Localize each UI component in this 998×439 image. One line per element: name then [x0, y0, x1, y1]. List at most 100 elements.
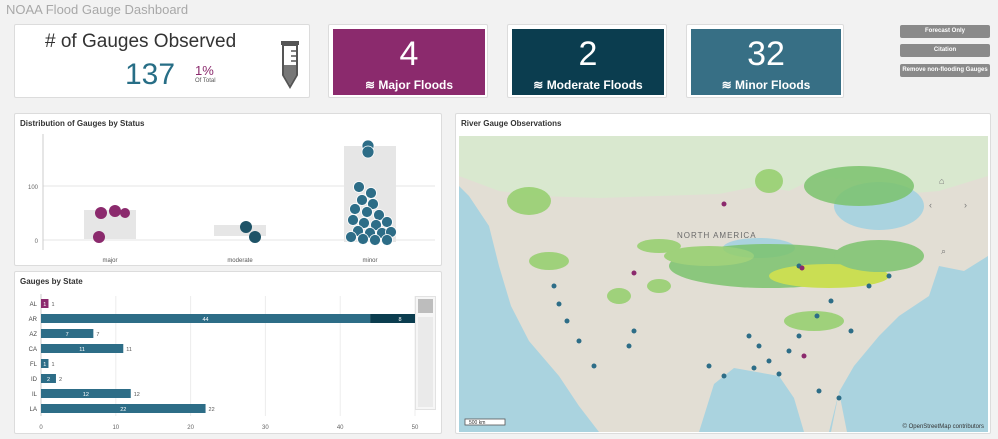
minor-floods-card[interactable]: 32 ≋ Minor Floods	[686, 24, 844, 98]
gauge-marker	[631, 328, 637, 334]
gauge-marker	[836, 395, 842, 401]
kpi-title: # of Gauges Observed	[45, 31, 237, 52]
bar-total-label: 12	[134, 392, 140, 398]
gauges-by-state-chart[interactable]: 0 10 20 30 40 50AL 1 1AR 44 8AZ 7 7CA 11 11FL 1 1ID 2 2IL…	[15, 272, 443, 435]
data-point	[109, 205, 121, 217]
x-tick-label: 10	[112, 425, 119, 431]
forecast-only-button[interactable]: Forecast Only	[900, 25, 990, 38]
state-label: LA	[30, 407, 37, 413]
data-point	[240, 221, 252, 233]
river-gauge-map[interactable]: NORTH AMERICA ⌂ ‹ › ⌕ 500 km © OpenStree…	[459, 136, 988, 432]
gauge-marker	[576, 338, 582, 344]
gauge-marker	[786, 348, 792, 354]
minor-floods-label: Minor Floods	[735, 78, 811, 92]
citation-button[interactable]: Citation	[900, 44, 990, 57]
home-icon: ⌂	[939, 176, 944, 186]
bar-total-label: 2	[59, 377, 62, 383]
data-point	[347, 214, 359, 226]
state-label: CA	[29, 347, 37, 353]
state-label: AR	[29, 317, 38, 323]
kpi-value: 137	[125, 58, 176, 91]
gauge-marker	[799, 265, 805, 271]
distribution-panel: Distribution of Gauges by Status 100 0 m…	[14, 113, 442, 266]
x-tick-label: 50	[412, 425, 419, 431]
scrollbar-track	[418, 317, 433, 407]
gauge-marker	[886, 273, 892, 279]
gauge-marker	[721, 201, 727, 207]
gauge-marker	[746, 333, 752, 339]
gauge-marker	[796, 333, 802, 339]
pan-right-icon: ›	[964, 200, 967, 210]
gauge-marker	[706, 363, 712, 369]
wave-icon: ≋	[721, 78, 736, 92]
x-tick-label: 20	[187, 425, 194, 431]
x-tick-label: 30	[262, 425, 269, 431]
segment-value-label: 11	[79, 347, 85, 353]
data-point	[365, 187, 377, 199]
major-floods-card[interactable]: 4 ≋ Major Floods	[328, 24, 488, 98]
remove-non-flooding-button[interactable]: Remove non-flooding Gauges	[900, 64, 990, 77]
kpi-percent: 1%	[195, 63, 214, 78]
chart-scrollbar[interactable]	[415, 296, 436, 410]
x-tick-label: 0	[39, 425, 43, 431]
major-floods-count: 4	[399, 35, 419, 73]
bar-total-label: 7	[96, 332, 99, 338]
gauge-marker	[631, 270, 637, 276]
dashboard-title: NOAA Flood Gauge Dashboard	[6, 2, 189, 17]
segment-value-label: 8	[399, 317, 402, 323]
data-point	[249, 231, 261, 243]
data-point	[93, 231, 105, 243]
minor-floods-count: 32	[747, 35, 785, 73]
kpi-of-total: Of Total	[195, 78, 216, 84]
map-attribution[interactable]: © OpenStreetMap contributors	[903, 423, 984, 430]
category-label: major	[102, 258, 117, 264]
bar-total-label: 1	[51, 362, 54, 368]
gauge-marker	[766, 358, 772, 364]
gauge-marker	[756, 343, 762, 349]
gauge-marker	[556, 301, 562, 307]
gauge-marker	[591, 363, 597, 369]
data-point	[356, 194, 368, 206]
gauge-marker	[848, 328, 854, 334]
data-point	[120, 208, 130, 218]
data-point	[361, 145, 375, 159]
y-tick-label: 100	[28, 185, 39, 191]
gauge-marker	[816, 388, 822, 394]
state-label: IL	[32, 392, 38, 398]
pan-left-icon: ‹	[929, 200, 932, 210]
bar-total-label: 11	[126, 347, 132, 353]
data-point	[381, 216, 393, 228]
bar-total-label: 1	[51, 302, 54, 308]
kpi-gauges-card: # of Gauges Observed 137 1% Of Total	[14, 24, 310, 98]
scrollbar-thumb[interactable]	[418, 299, 433, 313]
gauge-marker	[551, 283, 557, 289]
gauge-marker	[721, 373, 727, 379]
region-label: NORTH AMERICA	[677, 231, 757, 240]
gauge-marker	[776, 371, 782, 377]
map-title: River Gauge Observations	[461, 119, 562, 128]
wave-icon: ≋	[364, 78, 379, 92]
map-scale-text: 500 km	[469, 420, 485, 426]
state-label: AL	[30, 302, 38, 308]
category-label: moderate	[227, 258, 253, 264]
moderate-floods-card[interactable]: 2 ≋ Moderate Floods	[507, 24, 667, 98]
moderate-floods-label: Moderate Floods	[546, 78, 643, 92]
data-point	[361, 206, 373, 218]
data-point	[345, 231, 357, 243]
state-label: AZ	[29, 332, 37, 338]
data-point	[349, 203, 361, 215]
gauge-marker	[801, 353, 807, 359]
segment-value-label: 2	[47, 377, 50, 383]
state-label: ID	[31, 377, 38, 383]
gauges-by-state-panel: Gauges by State 0 10 20 30 40 50 AL 1 1 AR 44 8 AZ 7 7…	[14, 271, 442, 434]
gauge-marker	[866, 283, 872, 289]
major-floods-label: Major Floods	[378, 78, 454, 92]
test-tube-icon	[281, 41, 299, 89]
segment-value-label: 22	[120, 407, 126, 413]
moderate-floods-count: 2	[578, 35, 598, 73]
minor-floods-tile: 32 ≋ Minor Floods	[691, 29, 841, 95]
bar-total-label: 22	[209, 407, 215, 413]
gauge-marker	[626, 343, 632, 349]
distribution-chart[interactable]: 100 0 major moderate minor	[15, 114, 443, 267]
segment-value-label: 7	[66, 332, 69, 338]
